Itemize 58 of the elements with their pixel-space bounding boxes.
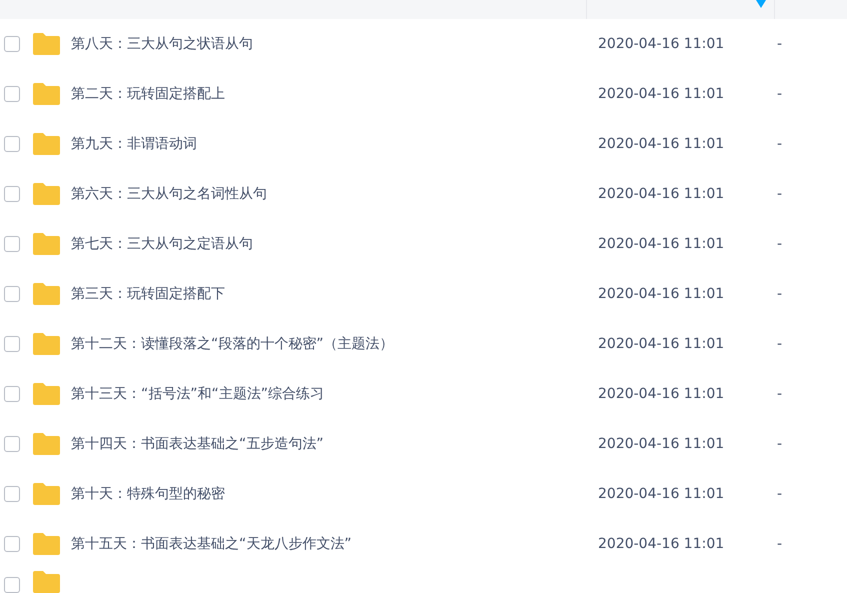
- file-size: -: [776, 184, 782, 204]
- file-name[interactable]: 第三天：玩转固定搭配下: [71, 284, 587, 304]
- file-size: -: [776, 484, 782, 504]
- file-name[interactable]: 第十三天：“括号法”和“主题法”综合练习: [71, 384, 587, 404]
- checkbox[interactable]: [4, 577, 20, 593]
- folder-icon: [33, 133, 60, 155]
- checkbox[interactable]: [4, 536, 20, 552]
- folder-icon: [33, 533, 60, 555]
- file-name[interactable]: 第九天：非谓语动词: [71, 134, 587, 154]
- folder-icon: [33, 83, 60, 105]
- modified-time: 2020-04-16 11:01: [597, 34, 726, 54]
- folder-icon: [33, 333, 60, 355]
- folder-icon: [33, 383, 60, 405]
- checkbox[interactable]: [4, 36, 20, 52]
- file-name[interactable]: 第十天：特殊句型的秘密: [71, 484, 587, 504]
- checkbox[interactable]: [4, 436, 20, 452]
- checkbox[interactable]: [4, 136, 20, 152]
- checkbox[interactable]: [4, 236, 20, 252]
- checkbox[interactable]: [4, 336, 20, 352]
- file-size: -: [776, 434, 782, 454]
- modified-time: 2020-04-16 11:01: [597, 284, 726, 304]
- checkbox[interactable]: [4, 286, 20, 302]
- file-size: -: [776, 34, 782, 54]
- file-name[interactable]: 第十五天：书面表达基础之“天龙八步作文法”: [71, 534, 587, 554]
- modified-time: 2020-04-16 11:01: [597, 384, 726, 404]
- file-name[interactable]: 第七天：三大从句之定语从句: [71, 234, 587, 254]
- file-size: -: [776, 134, 782, 154]
- folder-icon: [33, 33, 60, 55]
- folder-icon: [33, 283, 60, 305]
- checkbox[interactable]: [4, 86, 20, 102]
- file-name[interactable]: 第六天：三大从句之名词性从句: [71, 184, 587, 204]
- checkbox[interactable]: [4, 486, 20, 502]
- folder-icon: [33, 183, 60, 205]
- file-name[interactable]: 第八天：三大从句之状语从句: [71, 34, 587, 54]
- folder-icon: [33, 433, 60, 455]
- file-name[interactable]: 第二天：玩转固定搭配上: [71, 84, 587, 104]
- file-size: -: [776, 284, 782, 304]
- file-size: -: [776, 384, 782, 404]
- modified-time: 2020-04-16 11:01: [597, 234, 726, 254]
- modified-time: 2020-04-16 11:01: [597, 134, 726, 154]
- file-size: -: [776, 84, 782, 104]
- sort-icon[interactable]: [756, 0, 766, 8]
- modified-time: 2020-04-16 11:01: [597, 434, 726, 454]
- folder-icon: [33, 571, 60, 593]
- folder-icon: [33, 483, 60, 505]
- modified-time: 2020-04-16 11:01: [597, 334, 726, 354]
- file-size: -: [776, 334, 782, 354]
- checkbox[interactable]: [4, 186, 20, 202]
- file-size: -: [776, 534, 782, 554]
- modified-time: 2020-04-16 11:01: [597, 484, 726, 504]
- file-size: -: [776, 234, 782, 254]
- modified-time: 2020-04-16 11:01: [597, 534, 726, 554]
- file-name[interactable]: 第十二天：读懂段落之“段落的十个秘密”（主题法）: [71, 334, 587, 354]
- checkbox[interactable]: [4, 386, 20, 402]
- file-name[interactable]: 第十四天：书面表达基础之“五步造句法”: [71, 434, 587, 454]
- folder-icon: [33, 233, 60, 255]
- modified-time: 2020-04-16 11:01: [597, 84, 726, 104]
- modified-time: 2020-04-16 11:01: [597, 184, 726, 204]
